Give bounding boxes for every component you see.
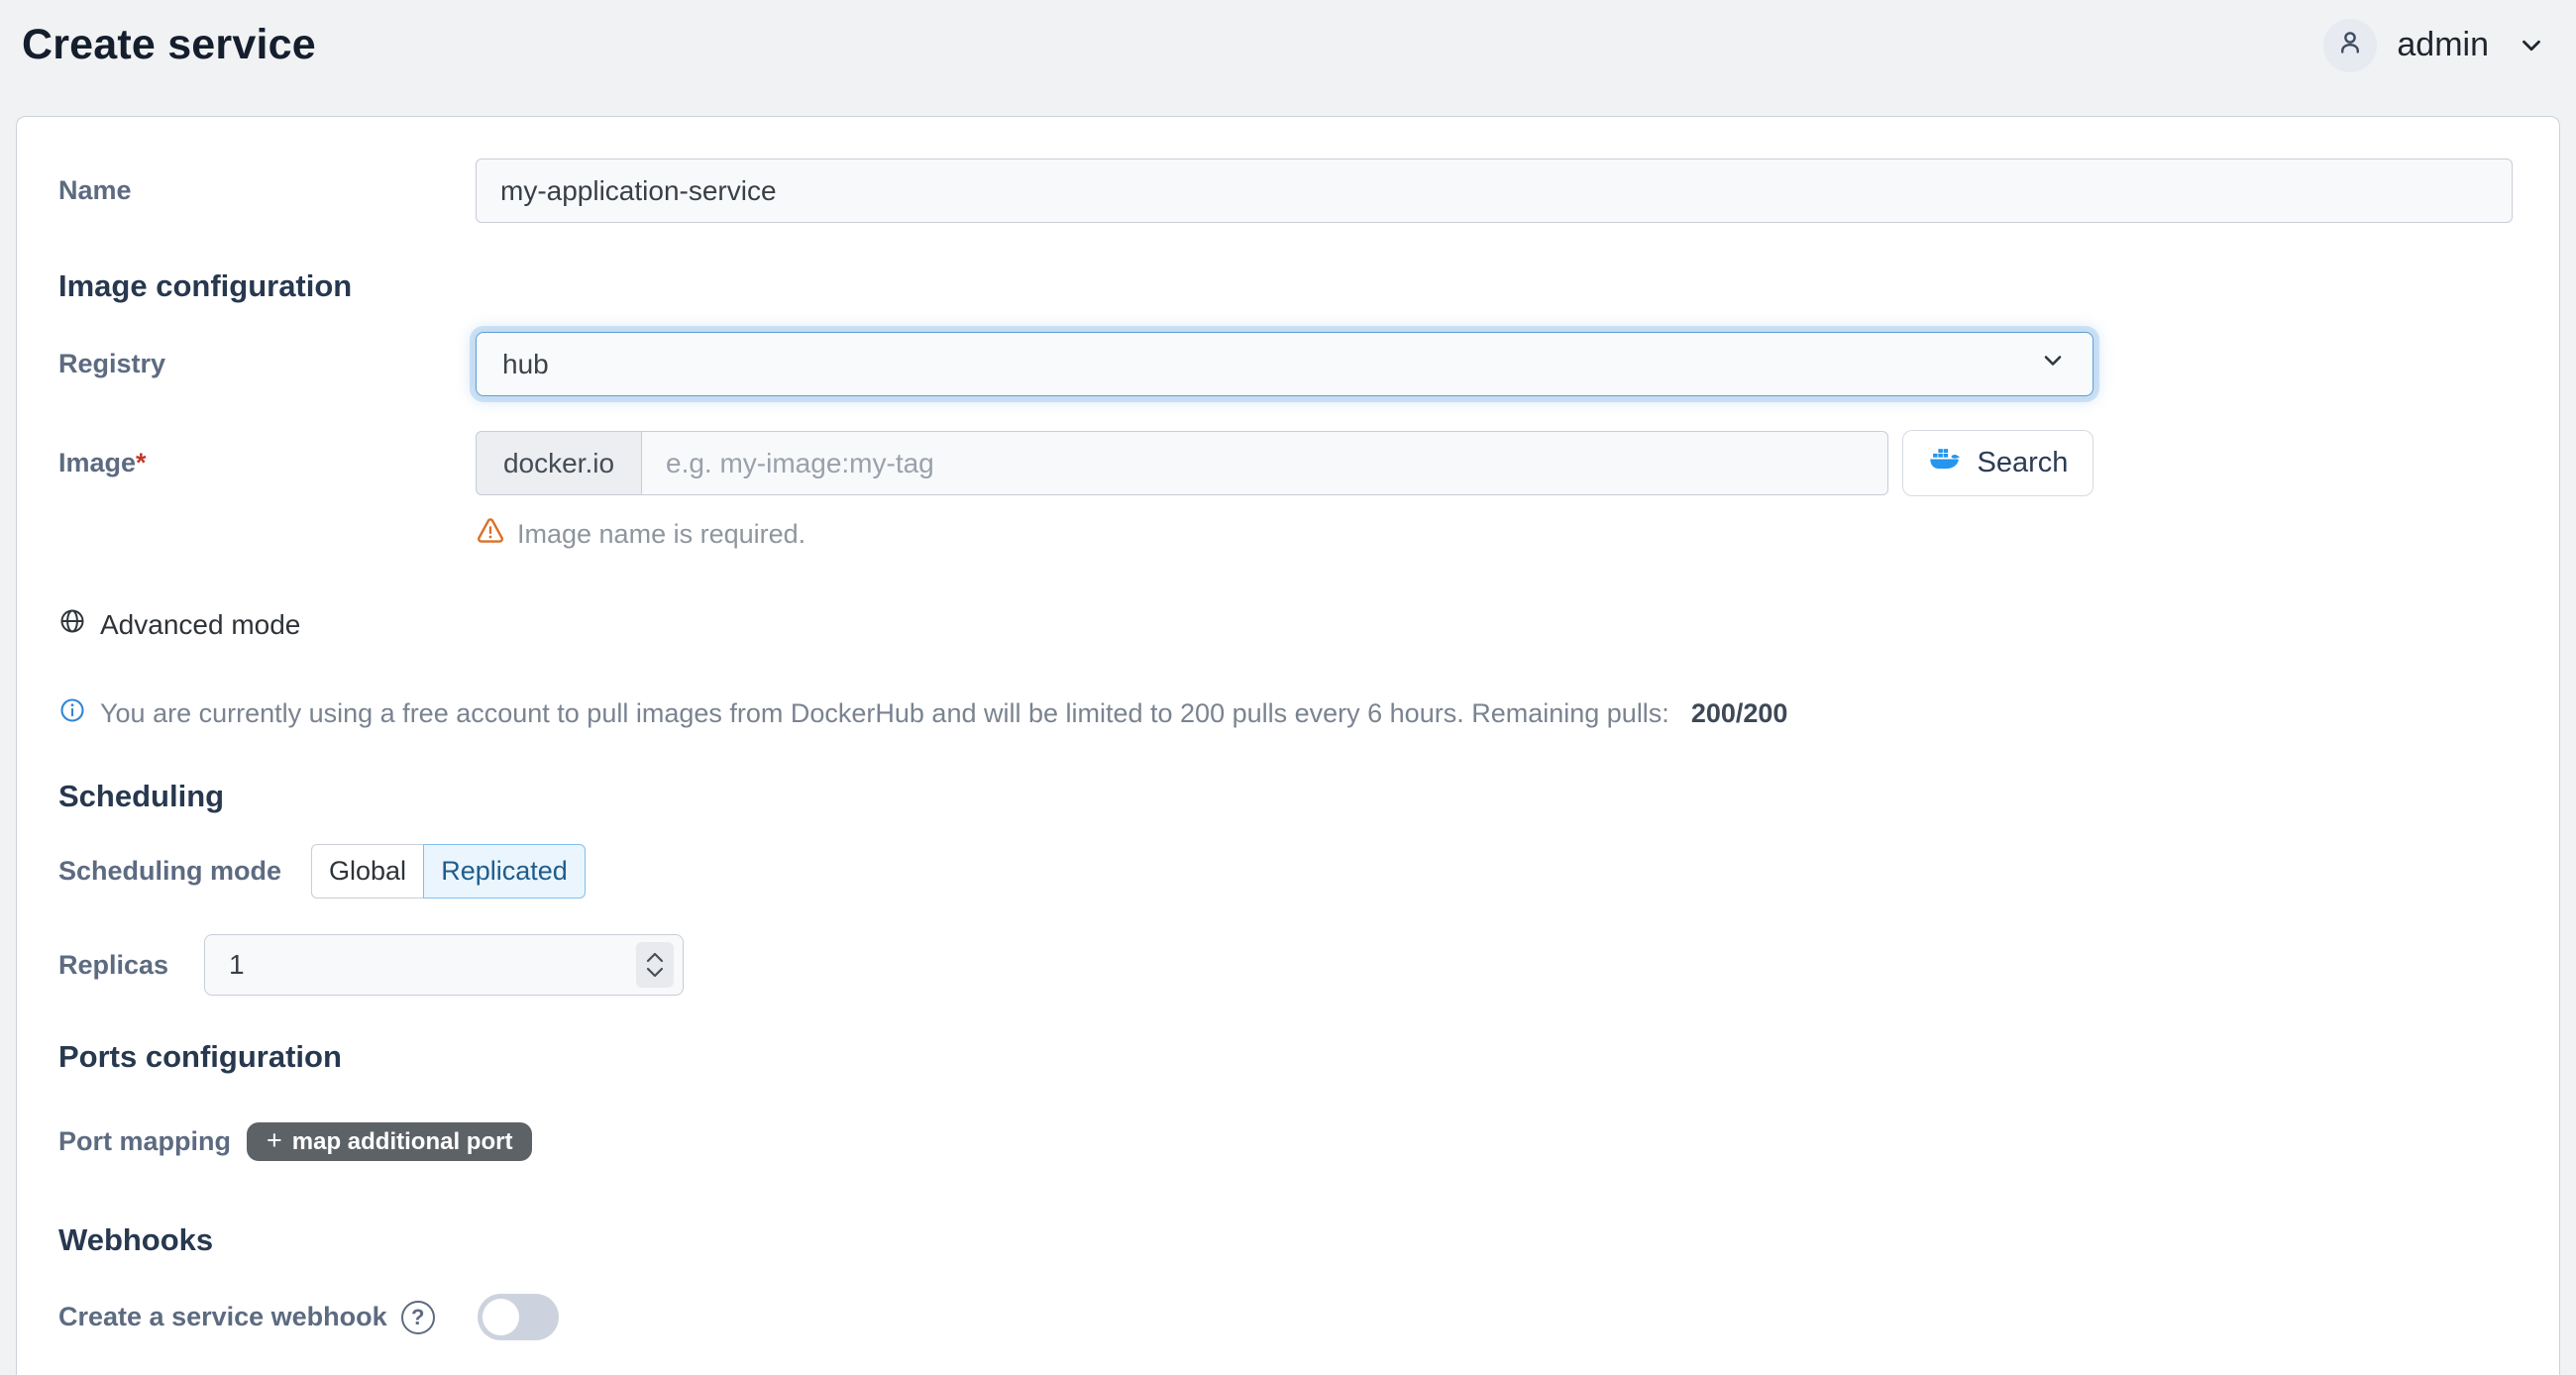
webhook-toggle-label: Create a service webhook [58, 1302, 387, 1332]
port-mapping-row: Port mapping + map additional port [58, 1122, 2516, 1161]
registry-row: Registry hub [58, 332, 2516, 396]
webhooks-heading: Webhooks [58, 1222, 2516, 1258]
scheduling-mode-group: Global Replicated [311, 844, 586, 899]
user-name: admin [2397, 26, 2489, 64]
name-label: Name [58, 175, 476, 206]
image-label-text: Image [58, 448, 136, 477]
image-error-row: Image name is required. [476, 516, 2516, 553]
chevron-down-icon [2039, 347, 2067, 381]
replicas-input-wrap [204, 934, 684, 996]
registry-select[interactable]: hub [476, 332, 2093, 396]
ports-configuration-heading: Ports configuration [58, 1039, 2516, 1075]
registry-selected-value: hub [502, 349, 549, 380]
image-error-text: Image name is required. [517, 519, 805, 550]
scheduling-heading: Scheduling [58, 779, 2516, 814]
name-input[interactable] [476, 159, 2513, 223]
plus-icon: + [267, 1125, 282, 1156]
warning-triangle-icon [476, 516, 505, 553]
required-asterisk: * [136, 448, 147, 477]
pull-limit-text: You are currently using a free account t… [100, 698, 1669, 729]
registry-label: Registry [58, 349, 476, 379]
map-additional-port-button[interactable]: + map additional port [247, 1122, 532, 1161]
image-input-group: docker.io [476, 431, 1888, 495]
page-title: Create service [22, 21, 316, 69]
person-icon [2335, 27, 2365, 63]
webhook-toggle-row: Create a service webhook ? [58, 1294, 2516, 1340]
advanced-mode-button[interactable]: Advanced mode [58, 607, 300, 642]
replicas-input[interactable] [204, 934, 684, 996]
name-row: Name [58, 159, 2516, 223]
image-input[interactable] [641, 431, 1888, 495]
replicas-stepper[interactable] [636, 942, 674, 988]
chevron-down-icon [2517, 31, 2546, 60]
scheduling-mode-global-button[interactable]: Global [311, 844, 423, 899]
stepper-up-icon [646, 952, 664, 963]
map-additional-port-label: map additional port [292, 1128, 513, 1156]
info-circle-icon [58, 696, 86, 731]
image-label: Image* [58, 448, 476, 478]
docker-whale-icon [1928, 446, 1964, 480]
advanced-mode-label: Advanced mode [100, 609, 300, 641]
scheduling-mode-replicated-button[interactable]: Replicated [423, 844, 586, 899]
create-service-form-card: Name Image configuration Registry hub Im… [16, 116, 2560, 1375]
pull-limit-value: 200/200 [1691, 698, 1788, 729]
question-circle-icon[interactable]: ? [401, 1301, 435, 1334]
image-configuration-heading: Image configuration [58, 268, 2516, 304]
pull-limit-notice: You are currently using a free account t… [58, 696, 2516, 731]
stepper-down-icon [646, 967, 664, 978]
page-header: Create service admin [0, 0, 2576, 116]
scheduling-mode-label: Scheduling mode [58, 856, 311, 887]
image-row: Image* docker.io [58, 430, 2516, 496]
replicas-row: Replicas [58, 934, 2516, 996]
user-menu[interactable]: admin [2323, 19, 2546, 72]
replicas-label: Replicas [58, 950, 204, 981]
port-mapping-label: Port mapping [58, 1126, 247, 1157]
search-button-label: Search [1978, 447, 2069, 479]
registry-prefix-addon: docker.io [476, 431, 641, 495]
scheduling-mode-row: Scheduling mode Global Replicated [58, 844, 2516, 899]
avatar [2323, 19, 2377, 72]
globe-icon [58, 607, 86, 642]
webhook-label-group: Create a service webhook ? [58, 1301, 478, 1334]
webhook-toggle-knob [483, 1299, 519, 1335]
image-search-button[interactable]: Search [1902, 430, 2093, 496]
webhook-toggle[interactable] [478, 1294, 559, 1340]
